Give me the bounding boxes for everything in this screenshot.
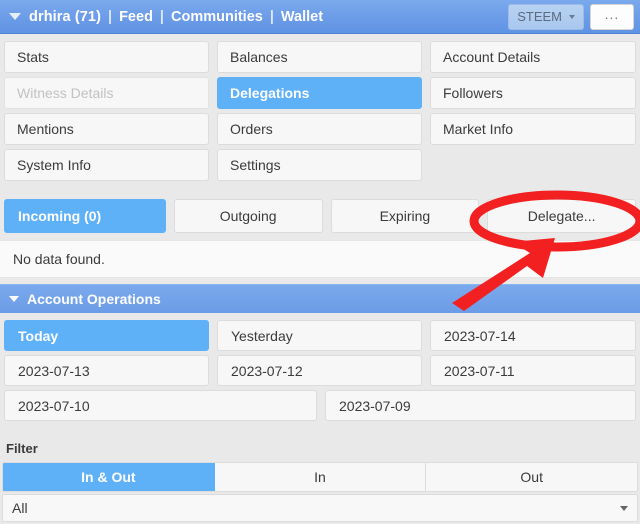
tab-outgoing[interactable]: Outgoing [173, 199, 323, 233]
date-item-2023-07-11[interactable]: 2023-07-11 [430, 355, 636, 386]
filter-segment-in-and-out[interactable]: In & Out [3, 463, 215, 491]
nav-item-mentions[interactable]: Mentions [4, 113, 209, 145]
caret-down-icon [569, 14, 575, 19]
operation-type-select[interactable]: All [2, 494, 638, 522]
date-item-2023-07-12[interactable]: 2023-07-12 [217, 355, 422, 386]
nav-link-communities[interactable]: Communities [171, 9, 263, 25]
triangle-down-icon[interactable] [9, 13, 21, 20]
app-root: drhira (71) | Feed | Communities | Walle… [0, 0, 640, 524]
date-item-today[interactable]: Today [4, 320, 209, 351]
delegation-tab-bar: Incoming (0) Outgoing Expiring Delegate.… [0, 197, 640, 235]
date-filter-grid: Today Yesterday 2023-07-14 2023-07-13 20… [0, 318, 640, 423]
nav-link-feed[interactable]: Feed [119, 9, 153, 25]
tab-incoming[interactable]: Incoming (0) [4, 199, 166, 233]
nav-item-account-details[interactable]: Account Details [430, 41, 636, 73]
nav-item-orders[interactable]: Orders [217, 113, 422, 145]
date-item-2023-07-13[interactable]: 2023-07-13 [4, 355, 209, 386]
top-nav-actions: STEEM ... [508, 0, 640, 33]
tab-expiring[interactable]: Expiring [330, 199, 480, 233]
account-name-label[interactable]: drhira (71) [29, 9, 101, 25]
nav-item-followers[interactable]: Followers [430, 77, 636, 109]
more-menu-button[interactable]: ... [590, 3, 634, 30]
date-item-2023-07-14[interactable]: 2023-07-14 [430, 320, 636, 351]
section-nav-row: Witness Details Delegations Followers [0, 75, 640, 111]
section-nav-row: Stats Balances Account Details [0, 39, 640, 75]
top-navigation-bar: drhira (71) | Feed | Communities | Walle… [0, 0, 640, 34]
delegate-button[interactable]: Delegate... [487, 199, 636, 233]
nav-item-witness-details: Witness Details [4, 77, 209, 109]
section-nav-grid: Stats Balances Account Details Witness D… [0, 34, 640, 183]
operation-type-select-value: All [12, 500, 28, 516]
nav-item-balances[interactable]: Balances [217, 41, 422, 73]
nav-item-placeholder [430, 149, 636, 181]
date-row: 2023-07-10 2023-07-09 [0, 388, 640, 423]
nav-item-system-info[interactable]: System Info [4, 149, 209, 181]
date-row: Today Yesterday 2023-07-14 [0, 318, 640, 353]
triangle-down-icon [9, 296, 19, 302]
caret-down-icon [620, 505, 628, 511]
token-select-value: STEEM [517, 9, 562, 24]
date-row: 2023-07-13 2023-07-12 2023-07-11 [0, 353, 640, 388]
nav-item-stats[interactable]: Stats [4, 41, 209, 73]
filter-segment-in[interactable]: In [214, 463, 427, 491]
top-nav-links: drhira (71) | Feed | Communities | Walle… [0, 0, 508, 33]
nav-separator-2: | [269, 8, 274, 25]
filter-direction-segmented-control: In & Out In Out [2, 462, 638, 492]
nav-item-delegations[interactable]: Delegations [217, 77, 422, 109]
section-nav-row: System Info Settings [0, 147, 640, 183]
account-operations-title: Account Operations [27, 291, 161, 307]
filter-label: Filter [6, 441, 38, 456]
nav-separator-1: | [159, 8, 164, 25]
no-data-message: No data found. [0, 240, 640, 278]
filter-segment-out[interactable]: Out [426, 463, 637, 491]
section-nav-row: Mentions Orders Market Info [0, 111, 640, 147]
date-item-2023-07-09[interactable]: 2023-07-09 [325, 390, 636, 421]
nav-link-wallet[interactable]: Wallet [281, 9, 323, 25]
nav-item-settings[interactable]: Settings [217, 149, 422, 181]
nav-item-market-info[interactable]: Market Info [430, 113, 636, 145]
date-item-2023-07-10[interactable]: 2023-07-10 [4, 390, 317, 421]
token-select[interactable]: STEEM [508, 3, 584, 30]
date-item-yesterday[interactable]: Yesterday [217, 320, 422, 351]
account-operations-header[interactable]: Account Operations [0, 284, 640, 313]
nav-separator-0: | [108, 8, 113, 25]
